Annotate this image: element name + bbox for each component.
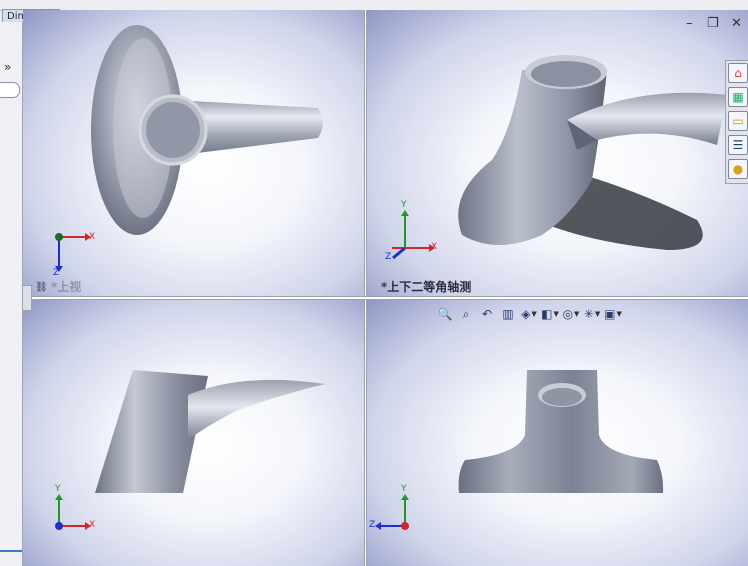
hide-show-items-icon[interactable]: ✳ ▼ (583, 305, 601, 323)
viewport-top-left[interactable]: X Z ⛓ *上视 (23, 10, 364, 296)
expand-panel-button[interactable]: » (4, 60, 11, 74)
link-views-icon[interactable]: ⛓ (35, 282, 48, 293)
view-palette-icon[interactable]: ☰ (728, 135, 748, 155)
dropdown-arrow-icon: ▼ (594, 310, 601, 318)
axis-y-label: Y (55, 484, 61, 494)
viewport-bottom-right[interactable]: Y Z (367, 300, 748, 566)
appearances-icon[interactable]: ● (728, 159, 748, 179)
panel-selection-line (0, 550, 22, 552)
dropdown-arrow-icon: ▼ (531, 310, 537, 318)
axis-x-label: X (431, 242, 438, 252)
axis-z-label: Z (53, 268, 60, 278)
heads-up-view-toolbar: 🔍 ⌕ ↶ ▥ ◈ ▼ ◧ ▼ ◎ ▼ ✳ ▼ ▣ ▼ (436, 304, 622, 324)
section-view-icon[interactable]: ▥ (499, 305, 517, 323)
dropdown-arrow-icon: ▼ (553, 310, 559, 318)
viewport-bottom-left[interactable]: Y X (23, 300, 364, 566)
view-settings-icon[interactable]: ▣ ▼ (604, 305, 622, 323)
zoom-to-fit-icon[interactable]: 🔍 (436, 305, 454, 323)
axis-z-label: Z (385, 252, 392, 262)
minimize-button[interactable]: – (686, 16, 693, 31)
viewport-splitter-vertical[interactable] (364, 10, 367, 566)
axis-z-label: Z (369, 520, 376, 530)
feature-manager-panel: » (0, 22, 23, 566)
view-orientation-icon[interactable]: ◧ ▼ (541, 305, 559, 323)
close-button[interactable]: ✕ (731, 16, 742, 31)
home-icon[interactable]: ⌂ (728, 63, 748, 83)
axis-x-label: X (89, 232, 96, 242)
panel-filter-input[interactable] (0, 82, 20, 98)
dropdown-arrow-icon: ▼ (574, 310, 580, 318)
dynamic-annotation-icon[interactable]: ◈ ▼ (520, 305, 538, 323)
axis-x-label: X (89, 520, 96, 530)
axis-y-label: Y (401, 484, 407, 494)
viewport-splitter-horizontal[interactable] (22, 296, 748, 300)
view-label-isometric: *上下二等角轴测 (381, 280, 472, 294)
task-pane-tabs: ⌂ ▦ ▭ ☰ ● (725, 60, 748, 184)
part-model-top-view (55, 25, 323, 272)
axis-y-label: Y (401, 200, 407, 210)
restore-button[interactable]: ❐ (707, 16, 719, 31)
part-model-front-view (55, 370, 325, 530)
viewport-top-right[interactable]: Y X Z *上下二等角轴测 (367, 10, 748, 296)
zoom-to-area-icon[interactable]: ⌕ (457, 305, 475, 323)
file-explorer-icon[interactable]: ▭ (728, 111, 748, 131)
part-model-isometric-view (392, 55, 727, 260)
view-label-top: *上视 (51, 280, 82, 294)
panel-collapse-grip[interactable] (22, 285, 32, 311)
design-library-icon[interactable]: ▦ (728, 87, 748, 107)
previous-view-icon[interactable]: ↶ (478, 305, 496, 323)
part-model-right-view (375, 370, 664, 530)
display-style-icon[interactable]: ◎ ▼ (562, 305, 580, 323)
dropdown-arrow-icon: ▼ (616, 310, 622, 318)
